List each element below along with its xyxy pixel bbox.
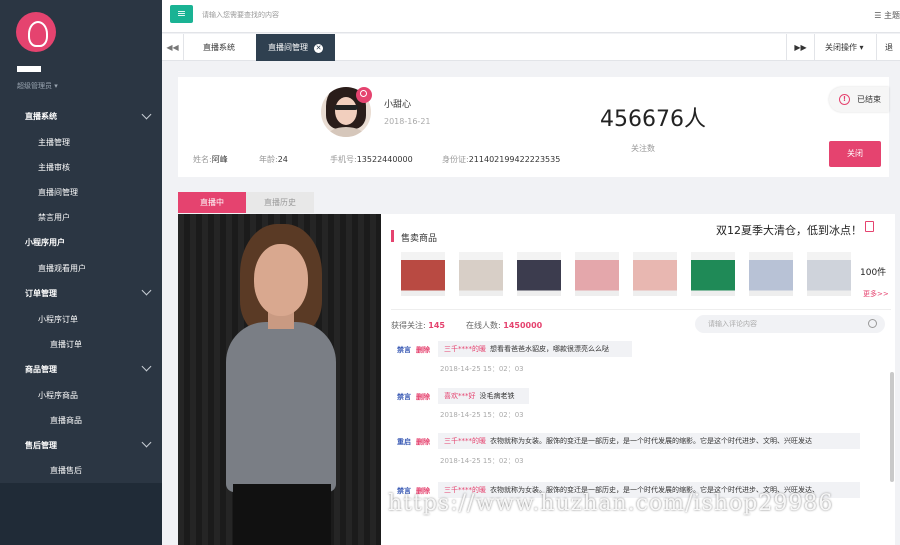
status-badge: ! 已结束 [829,87,889,112]
tab-live-system[interactable]: 直播系统 [191,34,247,61]
live-video[interactable] [178,214,381,545]
delete-button[interactable]: 删除 [416,345,430,355]
close-room-button[interactable]: 关闭 [829,141,881,167]
follower-label: 关注数 [631,144,655,153]
product-thumbnail[interactable] [691,252,735,296]
top-bar: ≡ 请输入您需要查找的内容 ☰ 主题 [162,0,900,33]
sidebar-section-aftersale[interactable]: 售后管理 [25,440,57,451]
chevron-down-icon [141,109,152,120]
tab-live-history[interactable]: 直播历史 [246,192,314,213]
comment-time: 2018-14-25 15：02：03 [440,365,524,373]
sidebar-section-orders[interactable]: 订单管理 [25,288,57,299]
sidebar-item-live-rooms[interactable]: 直播间管理 [38,187,78,198]
comment-bubble: 喜欢***好 没毛病老铁 [438,388,529,404]
product-thumbnail[interactable] [517,252,561,296]
real-name-info: 姓名:阿峰 [193,155,228,164]
phone-info: 手机号:13522440000 [330,155,413,164]
promo-text: 双12夏季大清仓，低到冰点！ [716,224,862,237]
tab-scroll-right-button[interactable]: ▶▶ [786,34,814,61]
more-link[interactable]: 更多>> [863,289,889,299]
edit-icon[interactable] [865,221,874,232]
sidebar-item-muted-users[interactable]: 禁言用户 [38,212,70,223]
products-title: 售卖商品 [401,234,438,244]
logo [16,12,56,52]
theme-button[interactable]: ☰ 主题 [874,10,900,21]
comment-bubble: 三千****的暖 想看看爸爸水貂皮，哪款很漂亮么么哒 [438,341,632,357]
tab-bar: ◀◀ 直播系统 直播间管理✕ ▶▶ 关闭操作 ▾ 退出 [162,34,900,61]
delete-button[interactable]: 删除 [416,392,430,402]
age-info: 年龄:24 [259,155,288,164]
sidebar-item-live-products[interactable]: 直播商品 [50,415,82,426]
id-info: 身份证:211402199422223535 [442,155,561,164]
sidebar-item-streamers[interactable]: 主播管理 [38,137,70,148]
product-thumbnail[interactable] [749,252,793,296]
sidebar-item-streamer-review[interactable]: 主播审核 [38,162,70,173]
product-count: 100件 [860,268,887,278]
sidebar-item-mini-products[interactable]: 小程序商品 [38,390,78,401]
restore-button[interactable]: 重启 [397,437,411,447]
comment-time: 2018-14-25 15：02：03 [440,457,524,465]
tab-live-room-management[interactable]: 直播间管理 ✕ [256,34,335,61]
tab-live-now[interactable]: 直播中 [178,192,246,213]
comment-search-input[interactable]: 请输入评论内容 [695,315,885,333]
chevron-down-icon [141,285,152,296]
menu-toggle-button[interactable]: ≡ [170,5,193,23]
product-thumbnail[interactable] [575,252,619,296]
sidebar-section-live[interactable]: 直播系统 [25,111,57,122]
user-role-label: 超级管理员 [17,82,52,90]
alert-icon: ! [839,94,850,105]
sidebar-section-products[interactable]: 商品管理 [25,364,57,375]
user-role-dropdown[interactable]: 超级管理员 ▾ [17,81,58,91]
list-icon: ☰ [874,11,884,20]
comments-scrollbar[interactable] [890,372,894,482]
mute-button[interactable]: 禁言 [397,345,411,355]
product-thumbnail[interactable] [633,252,677,296]
comment-bubble: 三千****的暖 衣物就称为女装。服饰的变迁是一部历史，是一个时代发展的缩影。它是… [438,433,860,449]
close-icon[interactable]: ✕ [314,44,323,53]
sidebar-section-mini-users[interactable]: 小程序用户 [25,237,65,248]
close-operations-dropdown[interactable]: 关闭操作 ▾ [814,34,876,61]
logout-button[interactable]: 退出 [876,34,900,61]
tab-scroll-left-button[interactable]: ◀◀ [162,34,184,61]
hamburger-icon: ≡ [176,7,187,20]
sidebar-item-live-aftersale[interactable]: 直播售后 [50,465,82,476]
username-redacted [17,66,41,72]
sidebar-item-live-orders[interactable]: 直播订单 [50,339,82,350]
comment-time: 2018-14-25 15：02：03 [440,411,524,419]
global-search-input[interactable]: 请输入您需要查找的内容 [202,10,279,20]
search-icon[interactable] [868,319,877,328]
streamer-profile-card: 小甜心 2018-16-21 456676人 关注数 姓名:阿峰 年龄:24 手… [178,77,889,177]
search-icon[interactable] [356,87,372,103]
product-thumbnail[interactable] [807,252,851,296]
sidebar-item-mini-orders[interactable]: 小程序订单 [38,314,78,325]
chevron-down-icon [141,361,152,372]
streamer-name: 小甜心 [384,100,412,110]
online-stat: 在线人数: 1450000 [466,321,543,330]
mute-button[interactable]: 禁言 [397,392,411,402]
sidebar-item-viewers[interactable]: 直播观看用户 [38,263,86,274]
followed-stat: 获得关注: 145 [391,321,445,330]
chevron-down-icon [141,437,152,448]
product-thumbnail[interactable] [459,252,503,296]
follower-count: 456676人 [600,107,706,132]
delete-button[interactable]: 删除 [416,437,430,447]
streamer-date: 2018-16-21 [384,117,431,126]
sidebar: 超级管理员 ▾ 直播系统 主播管理 主播审核 直播间管理 禁言用户 小程序用户 … [0,0,162,545]
watermark-text: https://www.huzhan.com/ishop29986 [388,491,834,516]
product-thumbnail[interactable] [401,252,445,296]
